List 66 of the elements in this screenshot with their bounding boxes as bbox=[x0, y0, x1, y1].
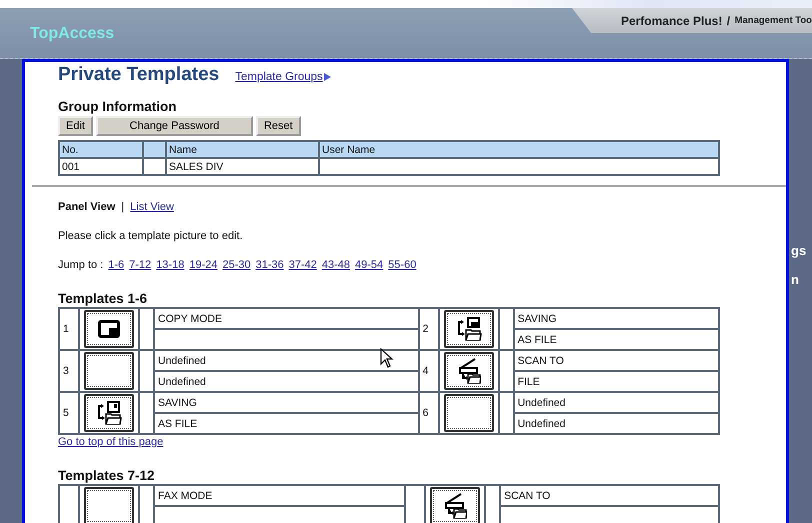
jump-link[interactable]: 37-42 bbox=[288, 259, 317, 271]
copy-icon bbox=[98, 320, 120, 338]
jump-link[interactable]: 25-30 bbox=[222, 259, 251, 271]
separator-text: | bbox=[121, 201, 124, 213]
template-label: AS FILE bbox=[158, 418, 198, 430]
template-label: COPY MODE bbox=[158, 312, 222, 324]
template-picture-button[interactable] bbox=[430, 487, 480, 523]
current-view-label: Panel View bbox=[58, 201, 116, 213]
jump-label: Jump to : bbox=[58, 259, 104, 271]
column-header: Name bbox=[169, 144, 198, 156]
template-number: 4 bbox=[422, 365, 428, 377]
template-picture-button[interactable] bbox=[84, 394, 134, 432]
view-link[interactable]: List View bbox=[130, 201, 174, 213]
template-number: 1 bbox=[63, 323, 69, 335]
template-label: FAX MODE bbox=[158, 490, 212, 502]
template-number: 2 bbox=[422, 323, 428, 335]
template-picture-button[interactable] bbox=[444, 310, 494, 348]
section-heading: Templates 7-12 bbox=[58, 468, 156, 483]
toolbar-button[interactable]: Change Password bbox=[96, 116, 253, 136]
template-number: 6 bbox=[422, 407, 428, 419]
template-label: Undefined bbox=[158, 354, 206, 366]
template-picture-button[interactable] bbox=[444, 352, 494, 390]
template-label: SAVING bbox=[518, 312, 556, 324]
column-header: User Name bbox=[322, 144, 376, 156]
template-label: AS FILE bbox=[518, 334, 557, 346]
template-picture-button[interactable] bbox=[84, 352, 134, 390]
section-heading: Group Information bbox=[58, 99, 178, 114]
template-label: SCAN TO bbox=[518, 354, 564, 366]
template-groups-link[interactable]: Template Groups bbox=[235, 71, 331, 83]
template-label: FILE bbox=[518, 376, 540, 388]
table-cell: SALES DIV bbox=[169, 160, 224, 172]
toolbar-button[interactable]: Reset bbox=[256, 116, 301, 136]
arrow-icon bbox=[324, 73, 331, 81]
template-picture-button[interactable] bbox=[444, 394, 494, 432]
scanner-to-folder-icon bbox=[456, 358, 481, 384]
jump-link[interactable]: 19-24 bbox=[189, 259, 218, 271]
jump-link[interactable]: 7-12 bbox=[129, 259, 152, 271]
jump-link[interactable]: 49-54 bbox=[355, 259, 384, 271]
template-picture-button[interactable] bbox=[84, 310, 134, 348]
template-picture-button[interactable] bbox=[84, 487, 134, 523]
section-heading: Templates 1-6 bbox=[58, 291, 148, 306]
template-label: Undefined bbox=[518, 396, 566, 408]
jump-link[interactable]: 55-60 bbox=[388, 259, 416, 271]
mouse-pointer-icon bbox=[380, 348, 394, 368]
box-to-folder-icon bbox=[96, 401, 122, 425]
template-number: 5 bbox=[63, 407, 69, 419]
column-header: No. bbox=[62, 144, 78, 156]
jump-link[interactable]: 13-18 bbox=[156, 259, 184, 271]
sidebar-text: gs bbox=[791, 243, 808, 258]
page-title: Private Templates bbox=[58, 64, 220, 86]
sidebar-text: n bbox=[791, 272, 800, 287]
jump-link[interactable]: 1-6 bbox=[108, 259, 124, 271]
template-number: 3 bbox=[63, 365, 69, 377]
document-to-folder-icon bbox=[456, 317, 482, 341]
brand-title: TopAccess bbox=[30, 25, 114, 43]
jump-link[interactable]: 43-48 bbox=[322, 259, 350, 271]
table-cell: 001 bbox=[62, 160, 80, 172]
template-label: SCAN TO bbox=[504, 490, 550, 502]
jump-link[interactable]: 31-36 bbox=[256, 259, 284, 271]
toolbar-button[interactable]: Edit bbox=[58, 116, 93, 136]
scanner-to-folder-icon bbox=[443, 493, 468, 519]
template-label: Undefined bbox=[158, 376, 206, 388]
template-label: SAVING bbox=[158, 396, 197, 408]
template-label: Undefined bbox=[518, 418, 566, 430]
top-of-page-link[interactable]: Go to top of this page bbox=[58, 436, 786, 448]
instruction-text: Please click a template picture to edit. bbox=[58, 230, 244, 242]
